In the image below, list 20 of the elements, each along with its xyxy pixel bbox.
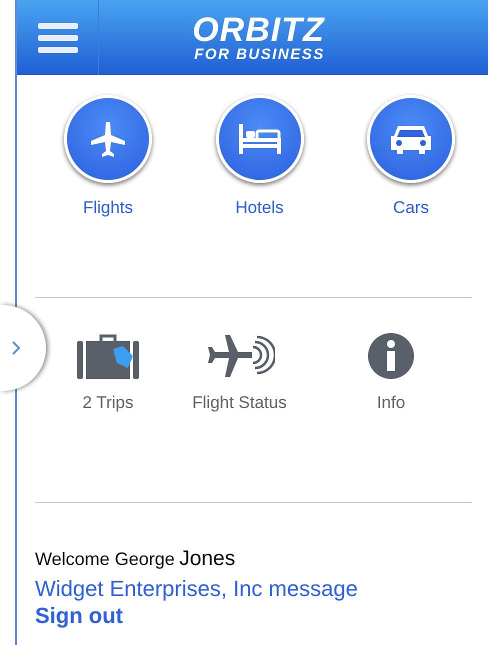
chevron-right-icon [12, 341, 20, 355]
bed-link[interactable]: Hotels [235, 195, 284, 220]
flight-status-link[interactable]: Flight Status [192, 390, 287, 416]
user-surname: Jones [179, 547, 236, 570]
plane-button[interactable] [64, 95, 152, 183]
welcome-text: Welcome George [35, 549, 175, 569]
plane-link[interactable]: Flights [82, 195, 134, 220]
car-button[interactable] [367, 95, 455, 183]
car-link[interactable]: Cars [393, 195, 429, 220]
company-message-link[interactable]: Widget Enterprises, Inc message [35, 574, 358, 602]
suitcase-icon [77, 333, 139, 379]
info-icon [368, 333, 414, 379]
suitcase-link[interactable]: 2 Trips [82, 390, 134, 416]
bed-icon [238, 122, 282, 156]
menu-icon [38, 22, 78, 54]
plane-icon [88, 119, 128, 159]
logo-text: ORBITZ [192, 13, 325, 47]
logo-tagline: FOR BUSINESS [193, 47, 325, 62]
sign-out-link[interactable]: Sign out [35, 604, 123, 628]
info-link[interactable]: Info [376, 390, 406, 416]
